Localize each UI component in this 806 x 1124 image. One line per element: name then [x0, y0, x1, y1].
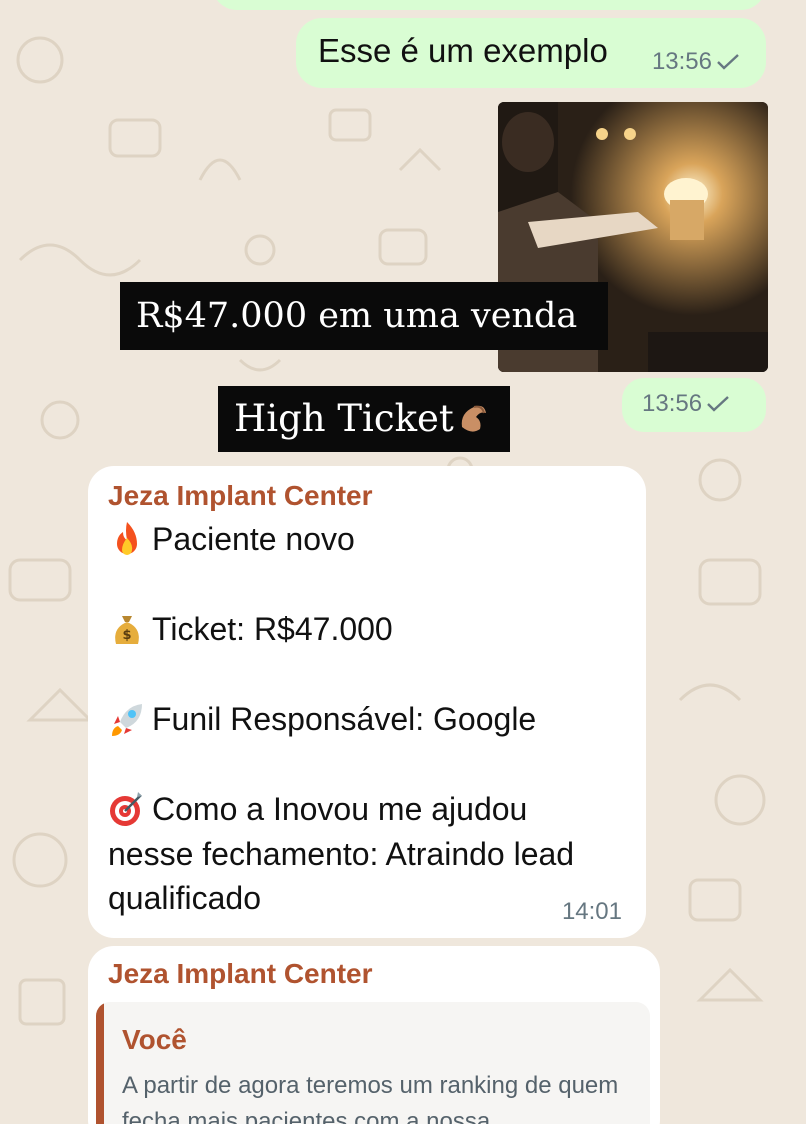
quote-author: Você [122, 1024, 187, 1055]
message-timestamp: 13:56 [652, 48, 740, 76]
outgoing-message[interactable]: Esse é um exemplo 13:56 [296, 18, 766, 88]
target-emoji [110, 792, 142, 826]
incoming-message[interactable]: Jeza Implant Center Paciente novo $ Tick… [88, 466, 646, 938]
sent-check-icon [707, 396, 729, 412]
sender-name[interactable]: Jeza Implant Center [108, 480, 373, 512]
message-line: Paciente novo [108, 520, 355, 558]
svg-text:$: $ [122, 628, 131, 643]
pinching-hand-emoji [461, 405, 486, 432]
money-bag-emoji: $ [115, 616, 139, 644]
fire-emoji [117, 522, 137, 555]
sent-check-icon [717, 54, 739, 70]
quoted-reply[interactable]: Você A partir de agora teremos um rankin… [96, 1002, 650, 1124]
image-caption-line-2: High Ticket [218, 386, 510, 452]
quote-accent-bar [96, 1002, 104, 1124]
line-text: nesse fechamento: Atraindo lead [108, 836, 575, 872]
image-message-footer: 13:56 [622, 378, 766, 432]
timestamp-text: 13:56 [642, 390, 703, 417]
previous-message-bubble[interactable] [212, 0, 766, 10]
sender-name[interactable]: Jeza Implant Center [108, 958, 373, 990]
line-text: Paciente novo [152, 520, 355, 557]
line-text: qualificado [108, 880, 261, 916]
line-text: Funil Responsável: Google [152, 700, 537, 737]
message-line: qualificado [108, 880, 261, 917]
message-text: Esse é um exemplo [318, 32, 608, 69]
incoming-message[interactable]: Jeza Implant Center Você A partir de ago… [88, 946, 660, 1124]
message-line: $ Ticket: R$47.000 [108, 610, 393, 648]
line-text: Ticket: R$47.000 [152, 610, 393, 647]
message-line: Funil Responsável: Google [108, 700, 536, 738]
caption-text: High Ticket [234, 397, 454, 440]
message-timestamp: 13:56 [642, 390, 730, 418]
rocket-emoji [112, 704, 142, 736]
message-line: nesse fechamento: Atraindo lead [108, 836, 574, 873]
image-caption-line-1: R$47.000 em uma venda [120, 282, 608, 350]
quote-text: A partir de agora teremos um ranking de … [122, 1072, 619, 1124]
timestamp-text: 13:56 [651, 48, 712, 75]
message-line: Como a Inovou me ajudou [108, 790, 527, 828]
message-timestamp: 14:01 [561, 898, 622, 925]
line-text: Como a Inovou me ajudou [152, 790, 528, 827]
